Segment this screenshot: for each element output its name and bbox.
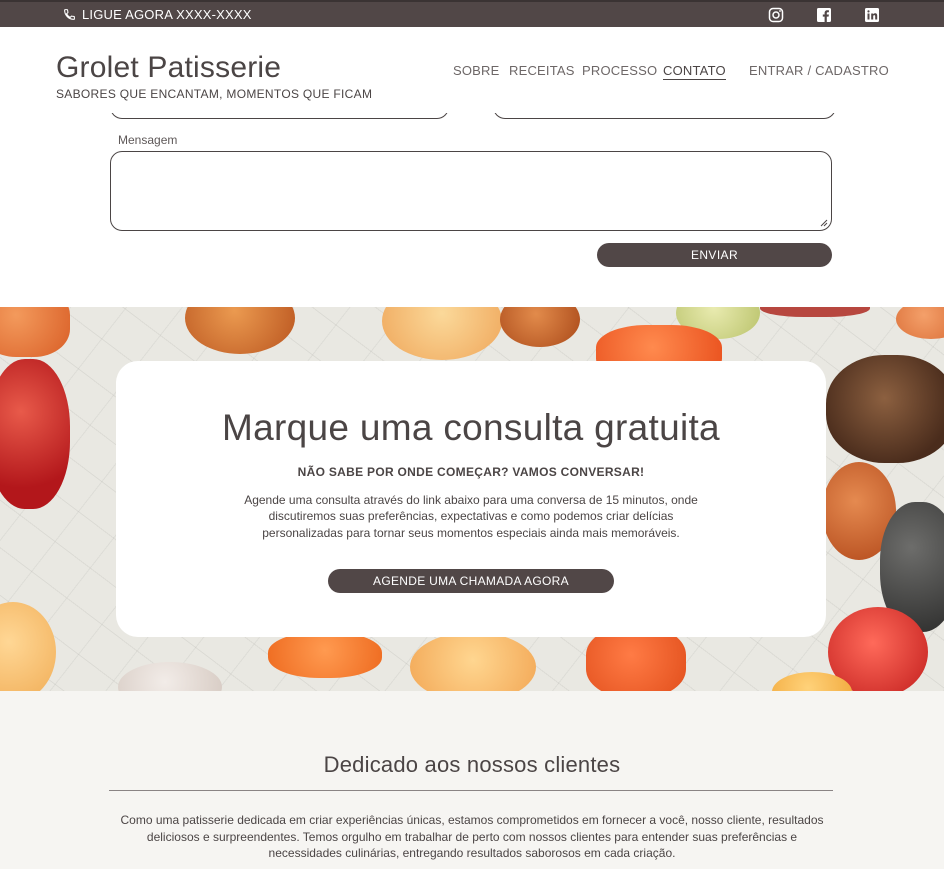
nav-contato[interactable]: CONTATO: [663, 63, 726, 80]
top-bar: LIGUE AGORA XXXX-XXXX: [0, 0, 944, 27]
message-textarea[interactable]: [110, 151, 832, 231]
clients-title: Dedicado aos nossos clientes: [323, 752, 621, 777]
message-label: Mensagem: [118, 133, 178, 147]
resize-grip-icon[interactable]: [820, 219, 828, 227]
fruit-image: [896, 307, 944, 339]
brand-title[interactable]: Grolet Patisserie: [56, 51, 281, 85]
schedule-call-button[interactable]: AGENDE UMA CHAMADA AGORA: [328, 569, 614, 593]
fruit-image: [382, 307, 502, 360]
brand-tagline: SABORES QUE ENCANTAM, MOMENTOS QUE FICAM: [56, 87, 373, 101]
fruit-image: [118, 662, 222, 691]
fruit-image: [268, 632, 382, 678]
consult-subtitle: NÃO SABE POR ONDE COMEÇAR? VAMOS CONVERS…: [297, 465, 645, 479]
linkedin-icon[interactable]: [864, 7, 880, 23]
fruit-image: [185, 307, 295, 354]
consult-title: Marque uma consulta gratuita: [222, 407, 720, 448]
instagram-icon[interactable]: [768, 7, 784, 23]
clients-description: Como uma patisserie dedicada em criar ex…: [120, 813, 824, 860]
section-divider: [109, 790, 833, 791]
phone-label: LIGUE AGORA XXXX-XXXX: [82, 7, 252, 22]
site-header: Grolet Patisserie SABORES QUE ENCANTAM, …: [0, 27, 944, 113]
nav-receitas[interactable]: RECEITAS: [509, 63, 575, 78]
phone-icon: [64, 9, 75, 20]
nav-login[interactable]: ENTRAR / CADASTRO: [749, 63, 889, 78]
clients-section: Dedicado aos nossos clientes Como uma pa…: [0, 691, 944, 869]
nav-sobre[interactable]: SOBRE: [453, 63, 500, 78]
fruit-image: [500, 307, 580, 347]
send-button[interactable]: ENVIAR: [597, 243, 832, 267]
consult-card: Marque uma consulta gratuita NÃO SABE PO…: [116, 361, 826, 637]
fruit-image: [826, 355, 944, 463]
fruit-image: [410, 632, 536, 691]
consult-description: Agende uma consulta através do link abai…: [244, 493, 698, 540]
facebook-icon[interactable]: [816, 7, 832, 23]
phone-link[interactable]: LIGUE AGORA XXXX-XXXX: [63, 7, 252, 22]
fruit-image: [0, 602, 56, 691]
fruit-image: [0, 307, 70, 357]
fruit-image: [0, 359, 70, 509]
fruit-image: [760, 307, 870, 317]
nav-processo[interactable]: PROCESSO: [582, 63, 657, 78]
